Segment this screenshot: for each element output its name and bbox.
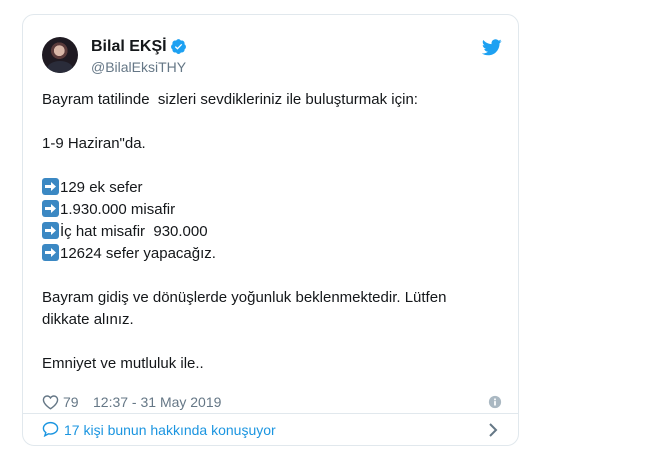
tweet-line: 1-9 Haziran"da. [42,135,146,152]
tweet-bullet-text: 1.930.000 misafir [60,201,176,218]
tweet-bullet-text: 12624 sefer yapacağız. [60,245,216,262]
tweet-line: Bayram gidiş ve dönüşlerde yoğunluk bekl… [42,289,447,306]
conversation-label[interactable]: 17 kişi bunun hakkında konuşuyor [64,422,276,438]
tweet-text: Bayram tatilinde sizleri sevdikleriniz i… [42,89,502,375]
arrow-right-emoji-icon [42,200,59,217]
tweet-line: Emniyet ve mutluluk ile.. [42,355,204,372]
arrow-right-emoji-icon [42,244,59,261]
tweet-bullet-text: İç hat misafir 930.000 [60,223,208,240]
tweet-timestamp[interactable]: 12:37 - 31 May 2019 [93,394,221,410]
heart-icon[interactable] [42,394,59,410]
arrow-right-emoji-icon [42,178,59,195]
author-name[interactable]: Bilal EKŞİ [91,38,167,56]
tweet-line: Bayram tatilinde sizleri sevdikleriniz i… [42,91,418,108]
tweet-bullet-line: 12624 sefer yapacağız. [42,243,502,265]
chevron-right-icon[interactable] [488,423,498,437]
tweet-line: dikkate alınız. [42,311,134,328]
tweet-bullet-line: İç hat misafir 930.000 [42,221,502,243]
tweet-bullet-text: 129 ek sefer [60,179,143,196]
twitter-bird-icon[interactable] [482,39,502,56]
author-handle[interactable]: @BilalEksiTHY [91,59,186,75]
author-avatar[interactable] [42,37,78,73]
tweet-bullet-line: 129 ek sefer [42,177,502,199]
embedded-tweet-card[interactable]: Bilal EKŞİ @BilalEksiTHY Bayram tatilind… [22,14,519,446]
speech-bubble-icon [42,421,59,437]
like-count[interactable]: 79 [63,394,79,410]
arrow-right-emoji-icon [42,222,59,239]
verified-badge-icon [171,39,186,54]
tweet-bullet-line: 1.930.000 misafir [42,199,502,221]
info-icon[interactable] [488,395,502,409]
divider [23,413,518,414]
